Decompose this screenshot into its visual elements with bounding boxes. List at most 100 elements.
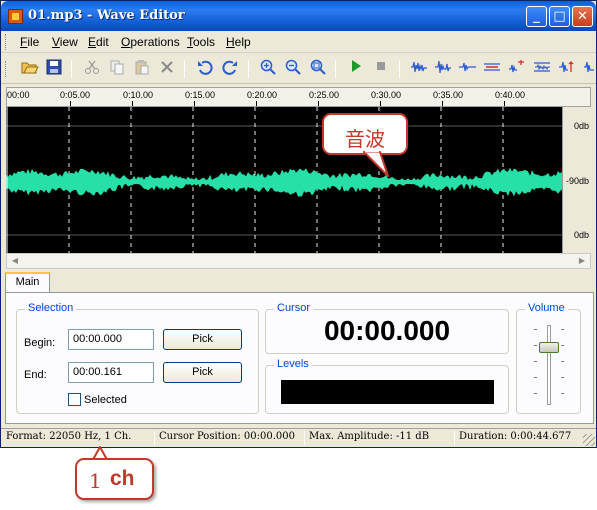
begin-field[interactable]: 00:00.000 xyxy=(68,329,154,350)
pick-end-button[interactable]: Pick xyxy=(163,362,242,383)
minimize-button[interactable]: _ xyxy=(526,6,547,27)
ruler-tick xyxy=(504,101,505,106)
status-separator xyxy=(454,431,455,445)
wave-effect-icon[interactable] xyxy=(579,59,597,79)
menu-file[interactable]: File xyxy=(20,35,39,49)
close-button[interactable]: ✕ xyxy=(572,6,593,27)
volume-track xyxy=(547,325,551,405)
waveform-signal xyxy=(6,167,562,197)
menu-operations-accel: O xyxy=(121,35,131,49)
zoom-out-icon[interactable] xyxy=(283,59,303,79)
ruler-tick-label: 0:30.00 xyxy=(371,90,402,100)
redo-icon[interactable] xyxy=(220,59,240,79)
play-icon[interactable] xyxy=(346,59,366,79)
wave-effect-icon[interactable] xyxy=(433,59,453,79)
toolbar xyxy=(1,54,596,84)
volume-slider[interactable] xyxy=(534,325,564,405)
wave-editor-window: 01.mp3 - Wave Editor _ □ ✕ File View Edi… xyxy=(0,0,597,448)
channel-callout-number: 1 xyxy=(89,469,102,493)
wave-effect-icon[interactable] xyxy=(507,59,527,79)
menu-operations[interactable]: Operations xyxy=(121,35,180,49)
ruler-tick xyxy=(256,101,257,106)
ruler-tick-label: 0:05.00 xyxy=(60,90,91,100)
volume-tick xyxy=(534,329,537,330)
ruler-tick-label: 0:25.00 xyxy=(309,90,340,100)
waveform-canvas xyxy=(6,107,562,253)
wave-effect-icon[interactable] xyxy=(409,59,429,79)
status-format: Format: 22050 Hz, 1 Ch. xyxy=(6,431,132,442)
cursor-time-display: 00:00.000 xyxy=(323,315,451,346)
ruler-tick xyxy=(132,101,133,106)
wave-effect-icon[interactable] xyxy=(532,59,552,79)
cut-icon[interactable] xyxy=(82,59,102,79)
waveform-display[interactable] xyxy=(6,107,562,253)
status-separator xyxy=(304,431,305,445)
volume-tick xyxy=(534,393,537,394)
db-scale: 0db -90db 0db xyxy=(562,107,591,253)
ruler-tick-label: 0:20.00 xyxy=(247,90,278,100)
end-label: End: xyxy=(24,369,47,381)
toolbar-grip xyxy=(5,61,8,77)
menu-edit-label: dit xyxy=(96,35,109,49)
tab-main[interactable]: Main xyxy=(5,272,50,293)
maximize-button[interactable]: □ xyxy=(549,6,570,27)
pick-begin-button[interactable]: Pick xyxy=(163,329,242,350)
resize-grip-icon[interactable] xyxy=(583,434,595,446)
levels-title: Levels xyxy=(274,358,312,370)
zoom-in-icon[interactable] xyxy=(258,59,278,79)
status-cursor-position: Cursor Position: 00:00.000 xyxy=(159,431,295,442)
tab-strip: Main xyxy=(5,272,594,293)
menu-view[interactable]: View xyxy=(52,35,78,49)
volume-title: Volume xyxy=(525,302,568,314)
db-label-top: 0db xyxy=(573,121,589,131)
selected-label: Selected xyxy=(84,394,127,406)
ruler-tick xyxy=(194,101,195,106)
ruler-tick xyxy=(442,101,443,106)
undo-icon[interactable] xyxy=(195,59,215,79)
volume-tick xyxy=(561,361,564,362)
ruler-tick-label: 00:00 xyxy=(7,90,30,100)
status-bar: Format: 22050 Hz, 1 Ch. Cursor Position:… xyxy=(1,428,596,447)
app-icon[interactable] xyxy=(8,9,23,24)
volume-thumb[interactable] xyxy=(539,342,559,354)
save-icon[interactable] xyxy=(44,59,64,79)
toolbar-separator xyxy=(71,60,72,78)
level-meter xyxy=(281,380,494,404)
wave-callout-pointer xyxy=(363,150,389,177)
timeline-ruler[interactable]: 00:00 0:05.00 0:10.00 0:15.00 0:20.00 0:… xyxy=(6,87,591,107)
delete-icon[interactable] xyxy=(157,59,177,79)
selected-checkbox[interactable] xyxy=(68,393,81,406)
menu-help-label: elp xyxy=(234,35,251,49)
open-icon[interactable] xyxy=(20,59,40,79)
db-label-mid: -90db xyxy=(565,176,589,186)
copy-icon[interactable] xyxy=(107,59,127,79)
scroll-left-icon[interactable]: ◀ xyxy=(8,255,22,267)
status-max-amplitude: Max. Amplitude: -11 dB xyxy=(309,431,430,442)
end-field[interactable]: 00:00.161 xyxy=(68,362,154,383)
menu-bar: File View Edit Operations Tools Help xyxy=(1,31,596,53)
menu-help[interactable]: Help xyxy=(226,35,251,49)
stop-icon[interactable] xyxy=(371,59,391,79)
zoom-fit-icon[interactable] xyxy=(308,59,328,79)
wave-effect-icon[interactable] xyxy=(482,59,502,79)
toolbar-separator xyxy=(248,60,249,78)
db-label-bottom: 0db xyxy=(573,230,589,240)
ruler-tick-label: 0:40.00 xyxy=(495,90,526,100)
volume-group: Volume xyxy=(516,302,581,414)
selection-group: Selection Begin: 00:00.000 Pick End: 00:… xyxy=(16,302,259,414)
scroll-right-icon[interactable]: ▶ xyxy=(575,255,589,267)
cursor-group: Cursor 00:00.000 xyxy=(265,302,509,354)
menu-edit[interactable]: Edit xyxy=(88,35,109,49)
wave-effect-icon[interactable] xyxy=(457,59,477,79)
title-bar[interactable]: 01.mp3 - Wave Editor _ □ ✕ xyxy=(1,1,596,31)
window-title: 01.mp3 - Wave Editor xyxy=(28,8,185,23)
wave-effect-icon[interactable] xyxy=(557,59,577,79)
channel-callout-unit: ch xyxy=(110,467,135,490)
menu-view-accel: V xyxy=(52,35,60,49)
levels-group: Levels xyxy=(265,358,509,414)
tab-panel-main: Selection Begin: 00:00.000 Pick End: 00:… xyxy=(5,292,594,424)
volume-tick xyxy=(534,345,537,346)
menu-tools[interactable]: Tools xyxy=(187,35,215,49)
horizontal-scrollbar[interactable]: ◀ ▶ xyxy=(6,253,591,269)
paste-icon[interactable] xyxy=(132,59,152,79)
